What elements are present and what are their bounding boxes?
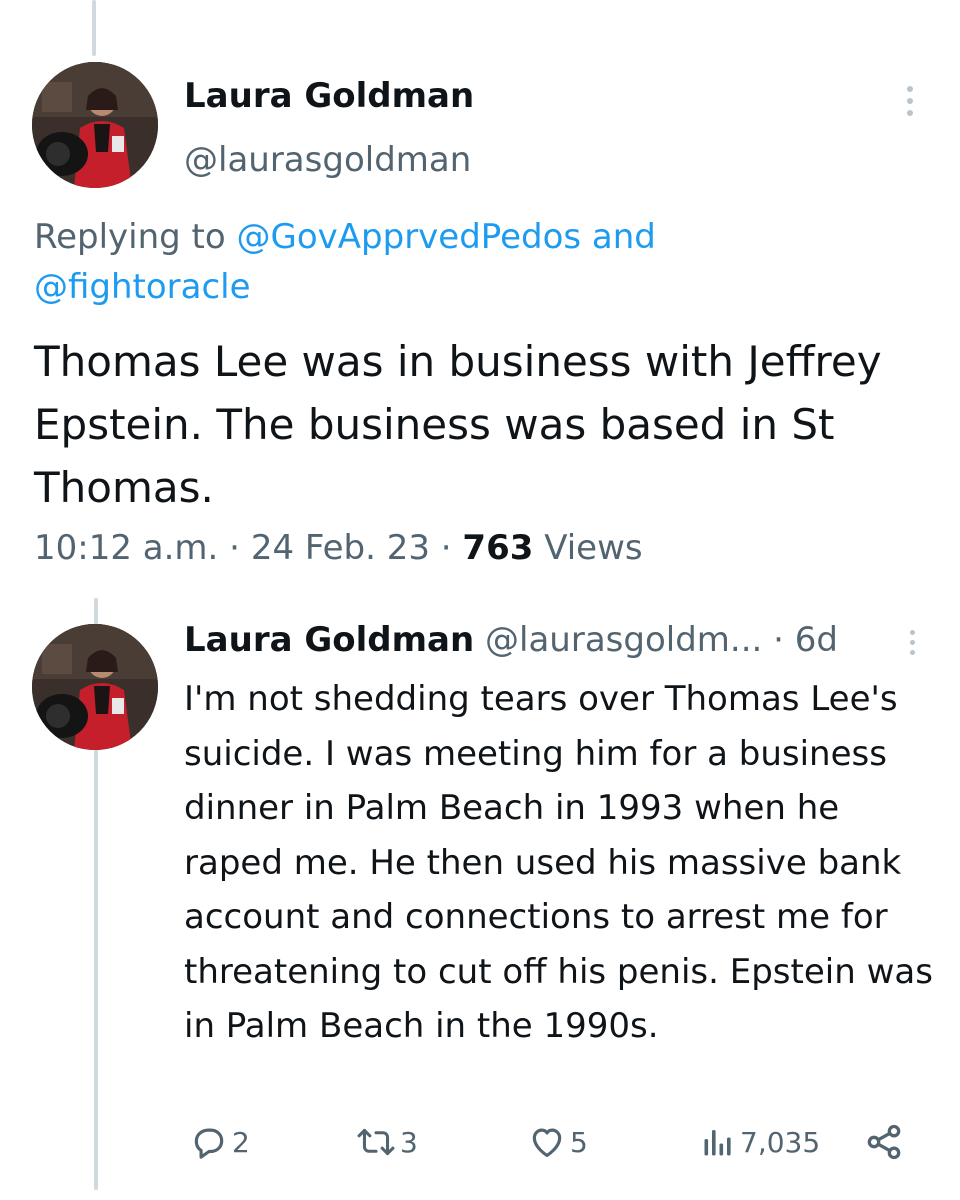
like-count: 5 [570,1125,588,1159]
mention-fightoracle[interactable]: @fightoracle [34,267,251,307]
avatar[interactable] [32,62,158,188]
tweet-text: Thomas Lee was in business with Jeffrey … [34,337,882,512]
reply-button[interactable]: 2 [190,1120,250,1164]
views-count: 763 [462,528,534,568]
reply-age[interactable]: · 6d [762,620,838,660]
reply-text: I'm not shedding tears over Thomas Lee's… [184,679,933,1046]
meta-separator: · [429,528,463,568]
author-name[interactable]: Laura Goldman [184,76,474,116]
views-label: Views [533,528,643,568]
reply-header: Laura Goldman @laurasgoldm... · 6d [184,620,838,660]
retweet-button[interactable]: 3 [356,1120,418,1164]
meta-separator: · [218,528,251,568]
reply-count: 2 [232,1125,250,1159]
share-icon [867,1124,901,1160]
reply-avatar[interactable] [32,624,158,750]
reply-author-name[interactable]: Laura Goldman [184,620,474,660]
avatar-image [32,624,158,750]
tweet-date[interactable]: 24 Feb. 23 [251,528,430,568]
views-count: 7,035 [740,1125,821,1159]
views-icon [704,1130,731,1156]
views-button[interactable]: 7,035 [700,1120,820,1164]
thread-line-top [92,0,96,56]
mention-govapprvedpedos[interactable]: @GovApprvedPedos [237,217,582,257]
retweet-count: 3 [400,1125,418,1159]
like-icon [532,1128,562,1158]
replying-to: Replying to @GovApprvedPedos and @fighto… [34,212,914,312]
replying-and[interactable]: and [581,217,656,257]
reply-author-handle[interactable]: @laurasgoldm... [485,620,762,660]
retweet-icon [357,1128,395,1156]
more-icon[interactable] [900,630,924,655]
tweet-meta: 10:12 a.m. · 24 Feb. 23 · 763 Views [34,528,643,568]
tweet-time[interactable]: 10:12 a.m. [34,528,218,568]
replying-prefix: Replying to [34,217,237,257]
share-button[interactable] [864,1120,904,1164]
author-handle[interactable]: @laurasgoldman [184,140,471,180]
like-button[interactable]: 5 [528,1120,588,1164]
reply-icon [194,1128,224,1159]
more-icon[interactable] [898,86,922,116]
avatar-image [32,62,158,188]
